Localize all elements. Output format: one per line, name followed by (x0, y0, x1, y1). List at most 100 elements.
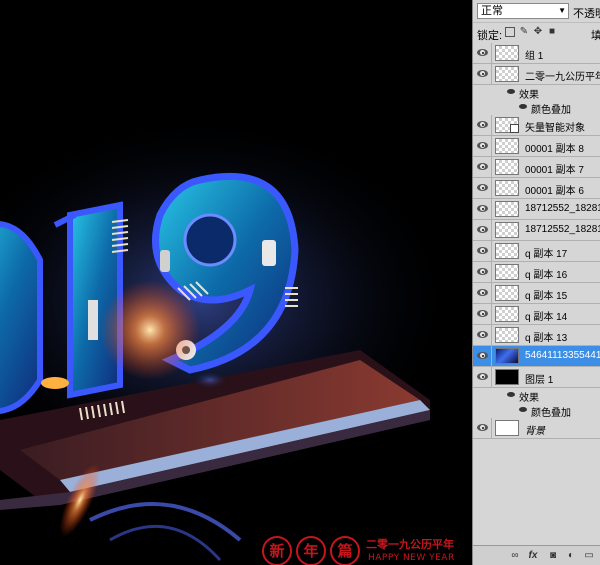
eye-icon[interactable] (519, 104, 527, 109)
padlock-icon[interactable]: ■ (547, 27, 557, 37)
eye-icon (477, 373, 488, 380)
watermark-title: 二零一九公历平年 (366, 538, 454, 551)
eye-icon (477, 163, 488, 170)
eye-icon (477, 352, 488, 359)
fx-icon[interactable]: fx (527, 550, 539, 562)
layer-name[interactable]: 图层 1 (525, 371, 553, 386)
watermark-char: 篇 (330, 536, 360, 565)
visibility-toggle[interactable] (473, 262, 492, 283)
layer-thumbnail (495, 306, 519, 322)
layer-row[interactable]: 00001 副本 6 (473, 178, 600, 199)
eye-icon[interactable] (507, 392, 515, 397)
visibility-toggle[interactable] (473, 64, 492, 85)
eye-icon (477, 49, 488, 56)
layer-name[interactable]: q 副本 15 (525, 287, 567, 302)
layer-row[interactable]: 00001 副本 7 (473, 157, 600, 178)
layer-row[interactable]: 546411133554411 (473, 346, 600, 367)
layer-row[interactable]: 18712552_18281133 (473, 220, 600, 241)
visibility-toggle[interactable] (473, 325, 492, 346)
document-canvas[interactable]: 新 年 篇 二零一九公历平年 HAPPY NEW YEAR (0, 0, 472, 565)
eye-icon (477, 205, 488, 212)
visibility-toggle[interactable] (473, 346, 492, 367)
layer-name[interactable]: 18712552_18281133 (525, 203, 600, 214)
link-icon[interactable]: ∞ (509, 550, 521, 562)
layer-row[interactable]: q 副本 17 (473, 241, 600, 262)
watermark-char: 新 (262, 536, 292, 565)
layer-name[interactable]: q 副本 17 (525, 245, 567, 260)
layer-name[interactable]: 00001 副本 6 (525, 182, 584, 197)
effect-label: 效果 (519, 393, 539, 404)
blend-mode-select[interactable]: 正常 ▼ (477, 3, 569, 19)
eye-icon (477, 184, 488, 191)
mask-icon[interactable]: ◙ (547, 550, 559, 562)
blend-row: 正常 ▼ 不透明 (473, 0, 600, 22)
eye-icon (477, 289, 488, 296)
layer-row[interactable]: q 副本 15 (473, 283, 600, 304)
layer-row[interactable]: q 副本 16 (473, 262, 600, 283)
layer-thumbnail (495, 327, 519, 343)
move-lock-icon[interactable]: ✥ (533, 27, 543, 37)
layers-bottom-bar: ∞ fx ◙ ◐ ▭ (473, 545, 600, 565)
visibility-toggle[interactable] (473, 178, 492, 199)
visibility-toggle[interactable] (473, 220, 492, 241)
layer-thumbnail (495, 138, 519, 154)
effects-row[interactable]: 效果 (473, 85, 600, 101)
lock-label: 锁定: (477, 30, 503, 42)
folder-icon[interactable]: ▭ (583, 550, 595, 562)
layer-name[interactable]: 00001 副本 8 (525, 140, 584, 155)
effect-label: 颜色叠加 (531, 105, 571, 116)
layer-row[interactable]: 矢量智能对象 (473, 115, 600, 136)
chevron-down-icon: ▼ (558, 6, 566, 15)
eye-icon (477, 142, 488, 149)
layer-row[interactable]: 二零一九公历平年 (473, 64, 600, 85)
layer-row[interactable]: q 副本 13 (473, 325, 600, 346)
effect-label: 效果 (519, 90, 539, 101)
layer-thumbnail (495, 348, 519, 364)
visibility-toggle[interactable] (473, 157, 492, 178)
adjustment-icon[interactable]: ◐ (565, 550, 577, 562)
layer-thumbnail (495, 285, 519, 301)
layer-name[interactable]: q 副本 16 (525, 266, 567, 281)
brush-lock-icon[interactable]: ✎ (519, 27, 529, 37)
layer-thumbnail (495, 45, 519, 61)
effect-label: 颜色叠加 (531, 408, 571, 419)
visibility-toggle[interactable] (473, 367, 492, 388)
layer-row[interactable]: 图层 1 (473, 367, 600, 388)
eye-icon (477, 226, 488, 233)
layer-name[interactable]: 二零一九公历平年 (525, 68, 600, 83)
layer-thumbnail (495, 222, 519, 238)
visibility-toggle[interactable] (473, 241, 492, 262)
layer-name[interactable]: 00001 副本 7 (525, 161, 584, 176)
blend-mode-value: 正常 (481, 5, 503, 17)
layer-name[interactable]: 组 1 (525, 47, 543, 62)
visibility-toggle[interactable] (473, 43, 492, 64)
layer-name[interactable]: q 副本 13 (525, 329, 567, 344)
effects-row[interactable]: 效果 (473, 388, 600, 404)
layer-name[interactable]: 18712552_18281133 (525, 224, 600, 235)
layer-name[interactable]: 背景 (525, 422, 545, 437)
layer-row[interactable]: 组 1 (473, 43, 600, 64)
layer-row[interactable]: 18712552_18281133 (473, 199, 600, 220)
layer-name[interactable]: q 副本 14 (525, 308, 567, 323)
layer-row[interactable]: 00001 副本 8 (473, 136, 600, 157)
eye-icon[interactable] (507, 89, 515, 94)
visibility-toggle[interactable] (473, 199, 492, 220)
effect-item-row[interactable]: 颜色叠加 (473, 403, 600, 419)
lock-row: 锁定: ✎ ✥ ■ 填 (473, 22, 600, 44)
layer-name[interactable]: 矢量智能对象 (525, 119, 585, 134)
layer-thumbnail (495, 180, 519, 196)
visibility-toggle[interactable] (473, 283, 492, 304)
eye-icon[interactable] (519, 407, 527, 412)
layer-row[interactable]: q 副本 14 (473, 304, 600, 325)
layer-thumbnail (495, 66, 519, 82)
transparency-lock-icon[interactable] (505, 27, 515, 37)
layers-list: 组 1 二零一九公历平年 效果 颜色叠加 矢量智能对象 00001 副本 8 00001 副… (473, 43, 600, 439)
effect-item-row[interactable]: 颜色叠加 (473, 100, 600, 116)
visibility-toggle[interactable] (473, 304, 492, 325)
layer-thumbnail (495, 420, 519, 436)
visibility-toggle[interactable] (473, 418, 492, 439)
layer-row[interactable]: 背景 (473, 418, 600, 439)
visibility-toggle[interactable] (473, 115, 492, 136)
visibility-toggle[interactable] (473, 136, 492, 157)
layer-name[interactable]: 546411133554411 (525, 350, 600, 361)
